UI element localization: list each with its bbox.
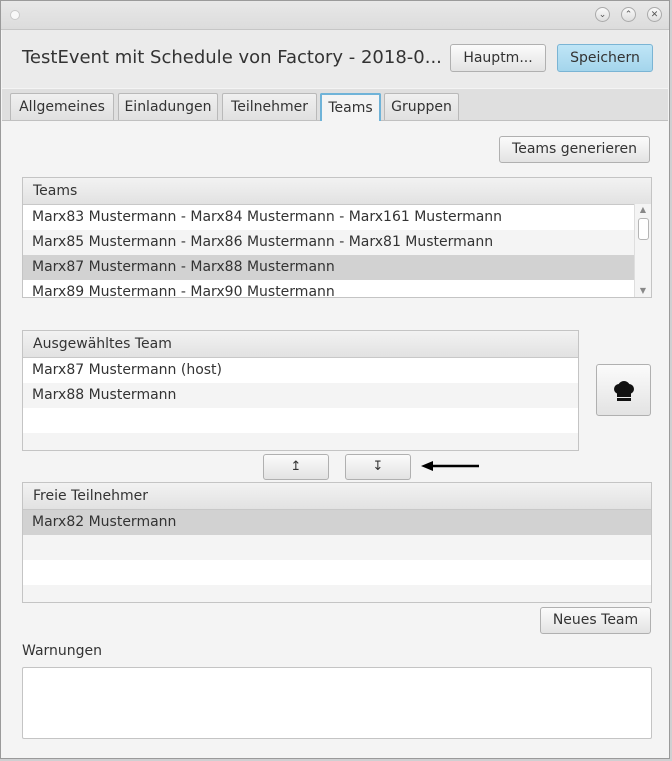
- pointer-arrow-icon: [421, 461, 479, 471]
- hauptmenu-button[interactable]: Hauptm...: [450, 44, 546, 72]
- free-participants-list[interactable]: Freie Teilnehmer Marx82 Mustermann: [22, 482, 652, 603]
- tab-bar: Allgemeines Einladungen Teilnehmer Teams…: [2, 89, 668, 121]
- host-chef-button[interactable]: [596, 364, 651, 416]
- team-row-selected[interactable]: Marx87 Mustermann - Marx88 Mustermann: [23, 255, 651, 280]
- scroll-down-arrow-icon[interactable]: ▼: [635, 285, 651, 297]
- move-up-button[interactable]: ↥: [263, 454, 329, 480]
- window-menu-dot[interactable]: [10, 10, 20, 20]
- minimize-button[interactable]: ⌄: [595, 7, 610, 22]
- free-participants-header: Freie Teilnehmer: [23, 483, 651, 510]
- selected-team-member[interactable]: Marx88 Mustermann: [23, 383, 578, 408]
- tab-allgemeines[interactable]: Allgemeines: [10, 93, 114, 120]
- tab-gruppen[interactable]: Gruppen: [384, 93, 459, 120]
- team-row[interactable]: Marx83 Mustermann - Marx84 Mustermann - …: [23, 205, 651, 230]
- app-window: ⌄ ⌃ ✕ TestEvent mit Schedule von Factory…: [0, 0, 670, 759]
- selected-team-list[interactable]: Ausgewähltes Team Marx87 Mustermann (hos…: [22, 330, 579, 451]
- event-header: TestEvent mit Schedule von Factory - 201…: [2, 30, 668, 88]
- close-button[interactable]: ✕: [647, 7, 662, 22]
- chef-hat-icon: [614, 381, 634, 401]
- event-title: TestEvent mit Schedule von Factory - 201…: [22, 47, 442, 68]
- generate-teams-button[interactable]: Teams generieren: [499, 136, 650, 163]
- free-participant-row[interactable]: Marx82 Mustermann: [23, 510, 651, 535]
- warnings-textarea[interactable]: [22, 667, 652, 739]
- selected-team-header: Ausgewähltes Team: [23, 331, 578, 358]
- maximize-button[interactable]: ⌃: [621, 7, 636, 22]
- tab-einladungen[interactable]: Einladungen: [118, 93, 218, 120]
- empty-row: [23, 433, 578, 450]
- empty-row: [23, 560, 651, 585]
- teams-list[interactable]: Teams Marx83 Mustermann - Marx84 Musterm…: [22, 177, 652, 298]
- empty-row: [23, 585, 651, 602]
- teams-scrollbar[interactable]: ▲ ▼: [634, 204, 651, 297]
- team-row[interactable]: Marx89 Mustermann - Marx90 Mustermann: [23, 280, 651, 297]
- save-button[interactable]: Speichern: [557, 44, 653, 72]
- scroll-thumb[interactable]: [638, 218, 649, 240]
- empty-row: [23, 535, 651, 560]
- team-row[interactable]: Marx85 Mustermann - Marx86 Mustermann - …: [23, 230, 651, 255]
- teams-list-header: Teams: [23, 178, 651, 205]
- selected-team-member[interactable]: Marx87 Mustermann (host): [23, 358, 578, 383]
- empty-row: [23, 408, 578, 433]
- tab-teams[interactable]: Teams: [320, 93, 381, 121]
- move-down-button[interactable]: ↧: [345, 454, 411, 480]
- warnings-label: Warnungen: [22, 643, 103, 659]
- title-bar: ⌄ ⌃ ✕: [1, 1, 669, 30]
- new-team-button[interactable]: Neues Team: [540, 607, 651, 634]
- scroll-up-arrow-icon[interactable]: ▲: [635, 204, 651, 216]
- tab-teilnehmer[interactable]: Teilnehmer: [222, 93, 317, 120]
